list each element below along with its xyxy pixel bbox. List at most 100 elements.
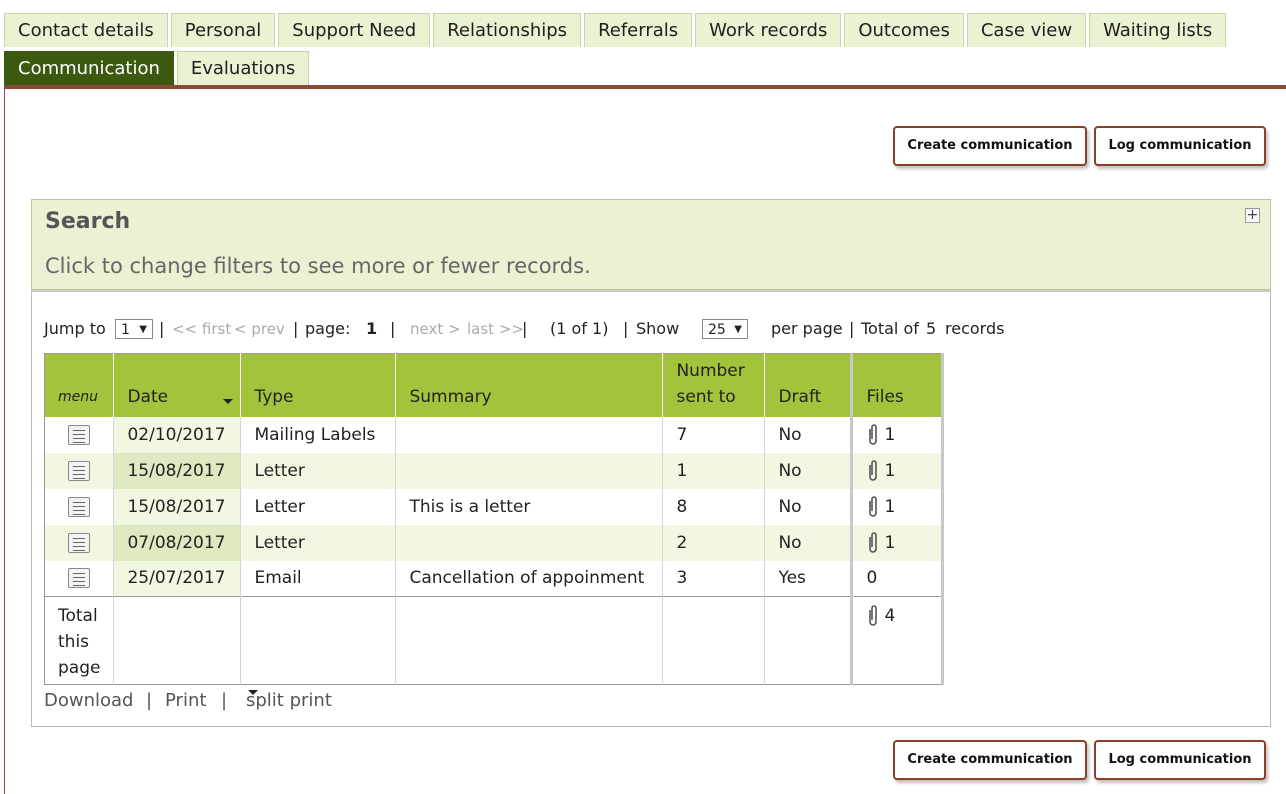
draft-cell: No: [764, 488, 853, 525]
files-count: 0: [866, 568, 878, 589]
pager-separator: |: [390, 319, 396, 338]
total-prefix: Total of: [861, 319, 919, 338]
create-communication-button-top[interactable]: Create communication: [893, 126, 1087, 166]
table-row[interactable]: 02/10/2017 Mailing Labels 7 No 1: [44, 416, 944, 453]
row-menu-icon[interactable]: [68, 460, 90, 481]
paperclip-icon: [869, 605, 878, 626]
row-menu-icon[interactable]: [68, 568, 90, 589]
log-communication-button-top[interactable]: Log communication: [1094, 126, 1266, 166]
type-cell: Mailing Labels: [240, 416, 397, 453]
tab-referrals[interactable]: Referrals: [584, 13, 693, 47]
number-sent-cell: 8: [662, 488, 766, 525]
row-menu-icon[interactable]: [68, 424, 90, 445]
footer-separator: |: [146, 690, 153, 711]
number-sent-column-header[interactable]: Number sent to: [662, 353, 766, 417]
total-label-line3: page: [58, 658, 101, 678]
type-cell: Letter: [240, 488, 397, 525]
draft-cell: No: [764, 452, 853, 489]
jump-to-value: 1: [121, 322, 130, 338]
row-menu-cell: [44, 488, 115, 525]
plus-icon[interactable]: +: [1245, 208, 1260, 223]
total-empty-cell: [764, 596, 853, 685]
total-label-cell: Total this page: [44, 596, 115, 685]
next-page-link[interactable]: next >: [410, 319, 461, 339]
per-page-select[interactable]: 25 ▼: [702, 319, 748, 339]
search-subtitle[interactable]: Click to change filters to see more or f…: [45, 254, 591, 278]
paperclip-icon: [869, 531, 878, 553]
tab-bar-row2: Communication Evaluations: [4, 51, 310, 85]
total-empty-cell: [113, 596, 242, 685]
communications-table: menu Date Type Summary Number sent to Dra…: [44, 353, 944, 685]
files-cell[interactable]: 1: [850, 524, 944, 561]
row-menu-cell: [44, 560, 115, 597]
row-menu-icon[interactable]: [68, 532, 90, 553]
menu-column-header: menu: [44, 353, 115, 417]
files-count: 1: [884, 460, 896, 481]
tab-contact-details[interactable]: Contact details: [4, 13, 168, 47]
tab-personal[interactable]: Personal: [170, 13, 276, 47]
pager-separator: |: [522, 319, 528, 338]
total-empty-cell: [662, 596, 766, 685]
draft-cell: Yes: [764, 560, 853, 597]
prev-page-link[interactable]: < prev: [234, 319, 285, 339]
files-cell: 0: [850, 560, 944, 597]
tab-communication[interactable]: Communication: [4, 51, 174, 85]
type-cell: Letter: [240, 452, 397, 489]
total-empty-cell: [240, 596, 397, 685]
last-page-link[interactable]: last >>: [467, 319, 524, 339]
footer-separator: |: [221, 690, 228, 711]
log-communication-button-bottom[interactable]: Log communication: [1094, 740, 1266, 780]
table-row[interactable]: 07/08/2017 Letter 2 No 1: [44, 524, 944, 561]
tab-work-records[interactable]: Work records: [695, 13, 842, 47]
dropdown-arrow-icon: ▼: [734, 324, 742, 335]
paperclip-icon: [869, 495, 878, 517]
table-row[interactable]: 15/08/2017 Letter 1 No 1: [44, 452, 944, 489]
tab-support-need[interactable]: Support Need: [278, 13, 431, 47]
files-cell[interactable]: 1: [850, 488, 944, 525]
total-row: Total this page 4: [44, 596, 944, 685]
first-page-link[interactable]: << first: [172, 319, 231, 339]
print-link[interactable]: Print: [165, 690, 206, 711]
caret-down-icon: [248, 690, 258, 695]
pager-separator: |: [623, 319, 629, 338]
page-range: (1 of 1): [550, 319, 609, 338]
summary-column-header[interactable]: Summary: [395, 353, 664, 417]
files-cell[interactable]: 1: [850, 416, 944, 453]
tab-evaluations[interactable]: Evaluations: [176, 51, 310, 85]
date-cell: 15/08/2017: [113, 452, 242, 489]
search-title: Search: [45, 209, 131, 234]
files-column-header[interactable]: Files: [850, 353, 944, 417]
type-cell: Email: [240, 560, 397, 597]
number-header-line1: Number: [676, 360, 745, 381]
per-page-label: per page: [771, 319, 843, 338]
number-sent-cell: 7: [662, 416, 766, 453]
create-communication-button-bottom[interactable]: Create communication: [893, 740, 1087, 780]
draft-column-header[interactable]: Draft: [764, 353, 853, 417]
date-column-header[interactable]: Date: [113, 353, 242, 417]
tab-relationships[interactable]: Relationships: [433, 13, 582, 47]
paperclip-icon: [869, 459, 878, 481]
pager-separator: |: [293, 319, 299, 338]
files-count: 1: [884, 532, 896, 553]
summary-cell: Cancellation of appoinment: [395, 560, 664, 597]
row-menu-cell: [44, 416, 115, 453]
row-menu-icon[interactable]: [68, 496, 90, 517]
total-empty-cell: [395, 596, 664, 685]
download-link[interactable]: Download: [44, 690, 133, 711]
total-files-cell: 4: [850, 596, 944, 685]
number-sent-cell: 3: [662, 560, 766, 597]
files-cell[interactable]: 1: [850, 452, 944, 489]
date-cell: 07/08/2017: [113, 524, 242, 561]
tab-case-view[interactable]: Case view: [966, 13, 1087, 47]
tab-outcomes[interactable]: Outcomes: [844, 13, 964, 47]
search-panel[interactable]: Search Click to change filters to see mo…: [31, 199, 1271, 290]
jump-to-select[interactable]: 1 ▼: [115, 319, 153, 339]
type-column-header[interactable]: Type: [240, 353, 397, 417]
table-row[interactable]: 25/07/2017 Email Cancellation of appoinmen…: [44, 560, 944, 597]
per-page-value: 25: [708, 322, 726, 338]
files-count: 1: [884, 424, 896, 445]
table-row[interactable]: 15/08/2017 Letter This is a letter 8 No 1: [44, 488, 944, 525]
tab-waiting-lists[interactable]: Waiting lists: [1089, 13, 1227, 47]
tab-underline: [4, 85, 1286, 89]
dropdown-arrow-icon: ▼: [139, 324, 147, 335]
